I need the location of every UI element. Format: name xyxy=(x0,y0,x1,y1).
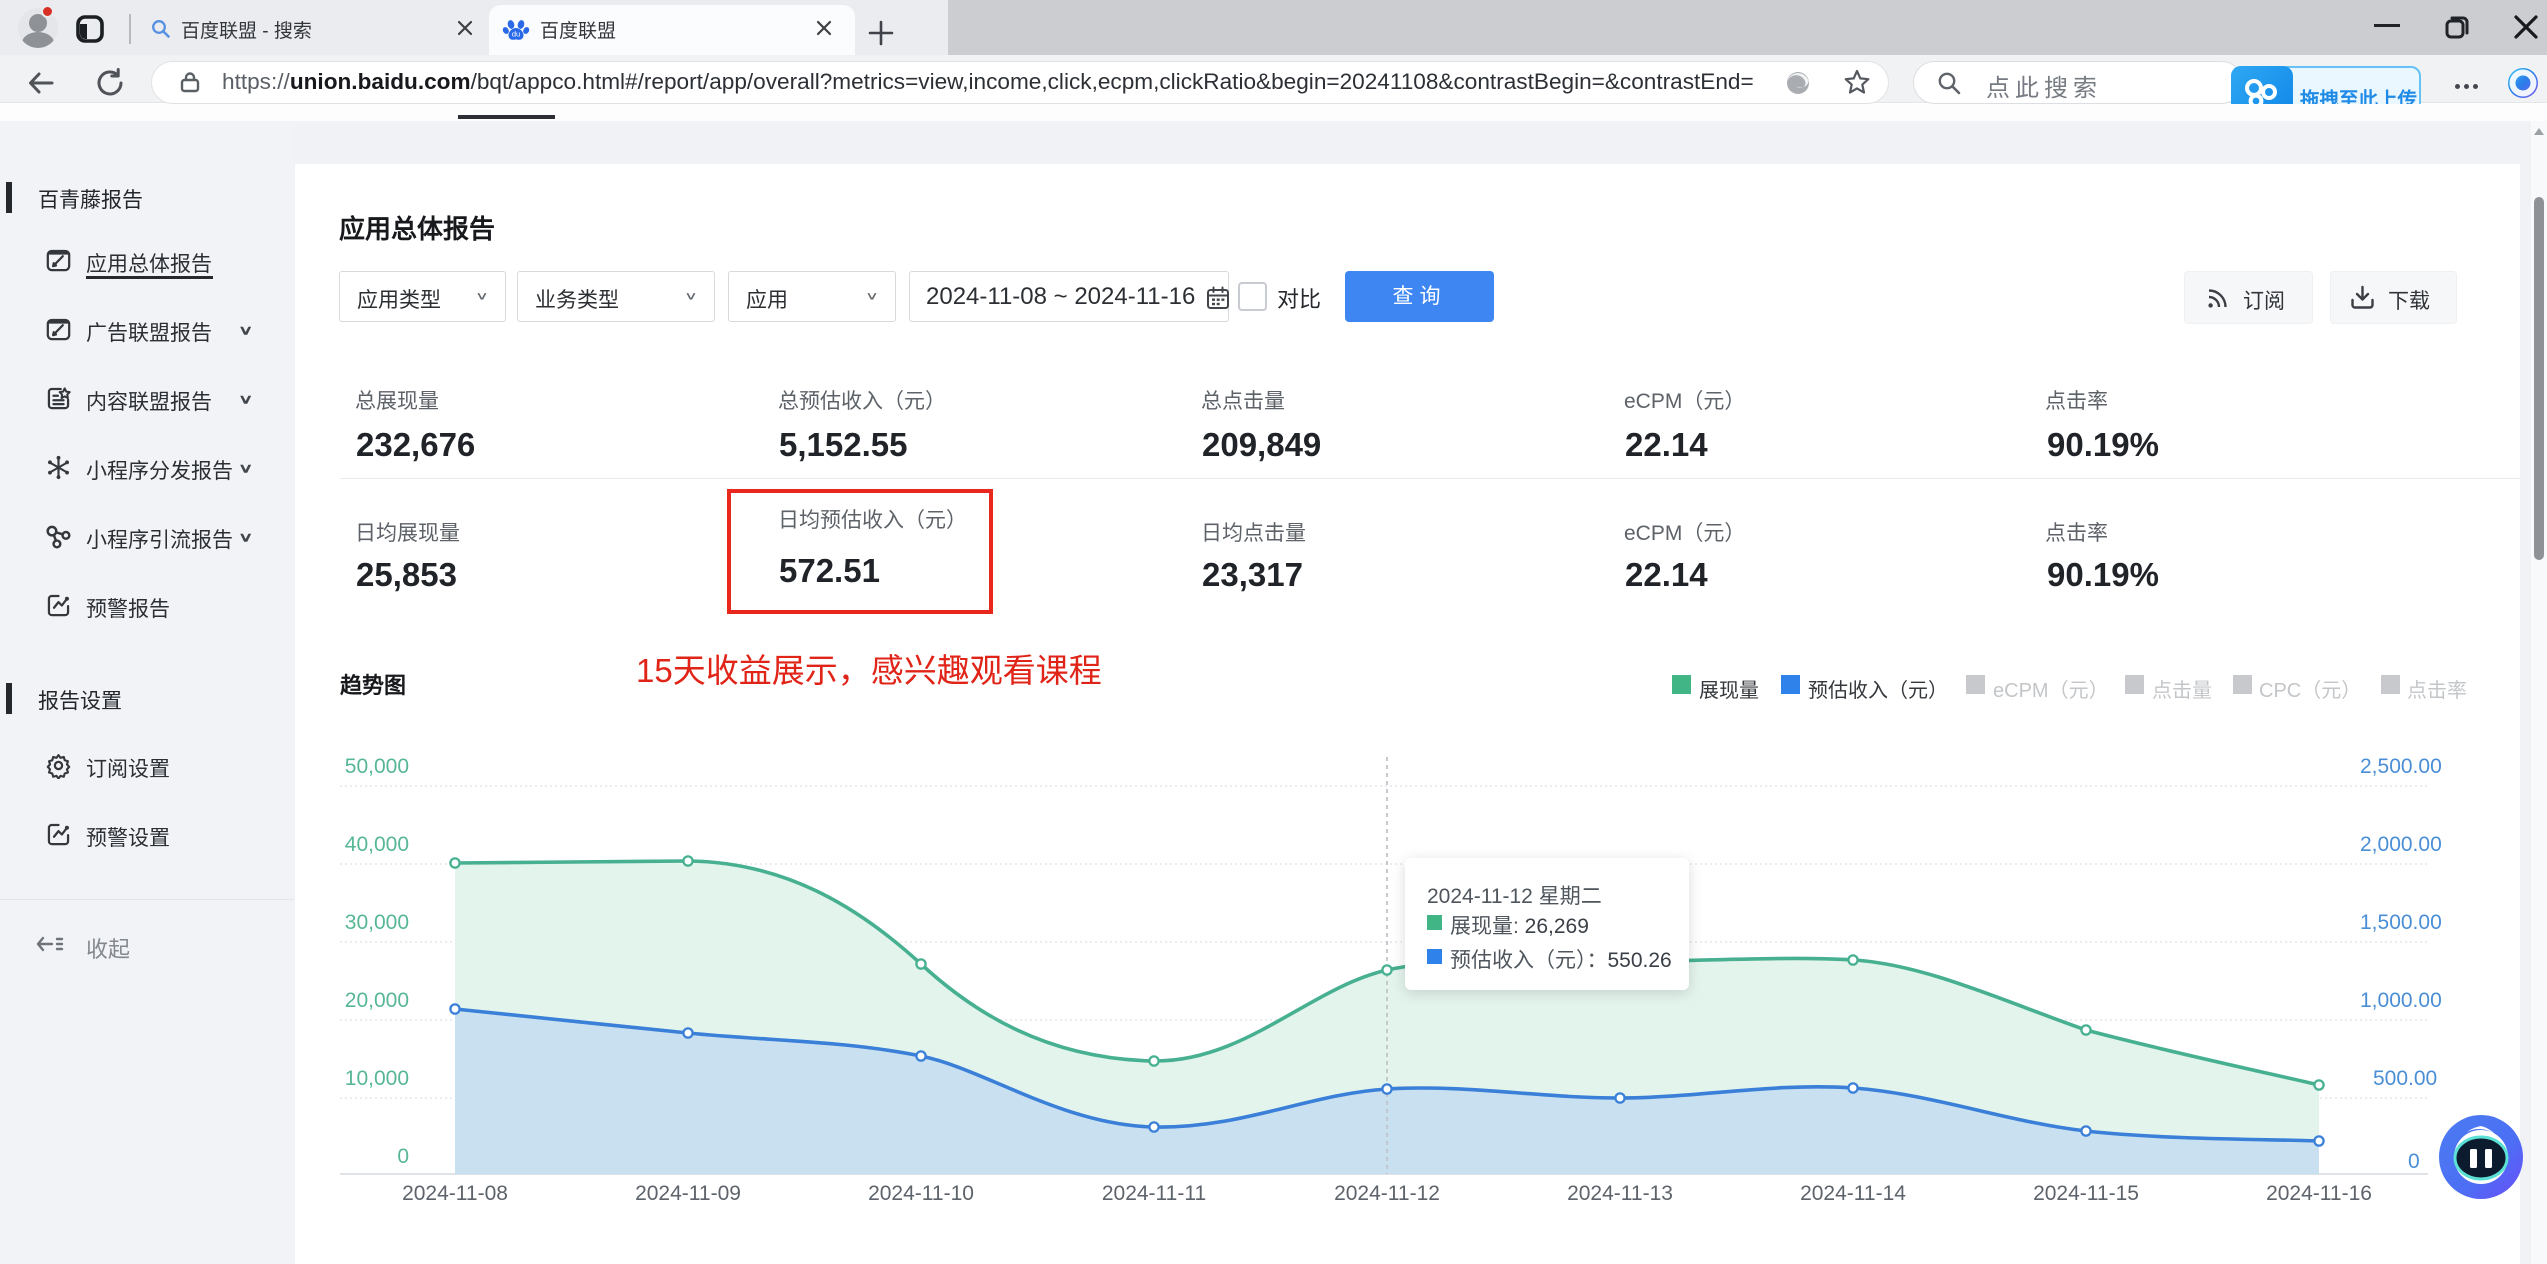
svg-text:0: 0 xyxy=(397,1145,409,1168)
svg-text:30,000: 30,000 xyxy=(345,911,409,934)
svg-text:2,500.00: 2,500.00 xyxy=(2360,755,2442,778)
svg-text:du: du xyxy=(512,30,520,39)
svg-text:1,000.00: 1,000.00 xyxy=(2360,989,2442,1012)
svg-text:2024-11-10: 2024-11-10 xyxy=(868,1182,974,1205)
svg-text:1,500.00: 1,500.00 xyxy=(2360,911,2442,934)
svg-text:40,000: 40,000 xyxy=(345,833,409,856)
svg-text:2,000.00: 2,000.00 xyxy=(2360,833,2442,856)
svg-text:2024-11-12: 2024-11-12 xyxy=(1334,1182,1440,1205)
svg-text:2024-11-11: 2024-11-11 xyxy=(1102,1182,1206,1205)
svg-text:2024-11-15: 2024-11-15 xyxy=(2033,1182,2139,1205)
svg-text:2024-11-14: 2024-11-14 xyxy=(1800,1182,1906,1205)
svg-text:2024-11-13: 2024-11-13 xyxy=(1567,1182,1673,1205)
svg-text:2024-11-08: 2024-11-08 xyxy=(402,1182,508,1205)
svg-text:2024-11-09: 2024-11-09 xyxy=(635,1182,741,1205)
svg-text:50,000: 50,000 xyxy=(345,755,409,778)
svg-text:10,000: 10,000 xyxy=(345,1067,409,1090)
svg-text:2024-11-16: 2024-11-16 xyxy=(2266,1182,2372,1205)
svg-text:500.00: 500.00 xyxy=(2373,1067,2437,1090)
svg-text:20,000: 20,000 xyxy=(345,989,409,1012)
svg-text:0: 0 xyxy=(2408,1150,2420,1173)
